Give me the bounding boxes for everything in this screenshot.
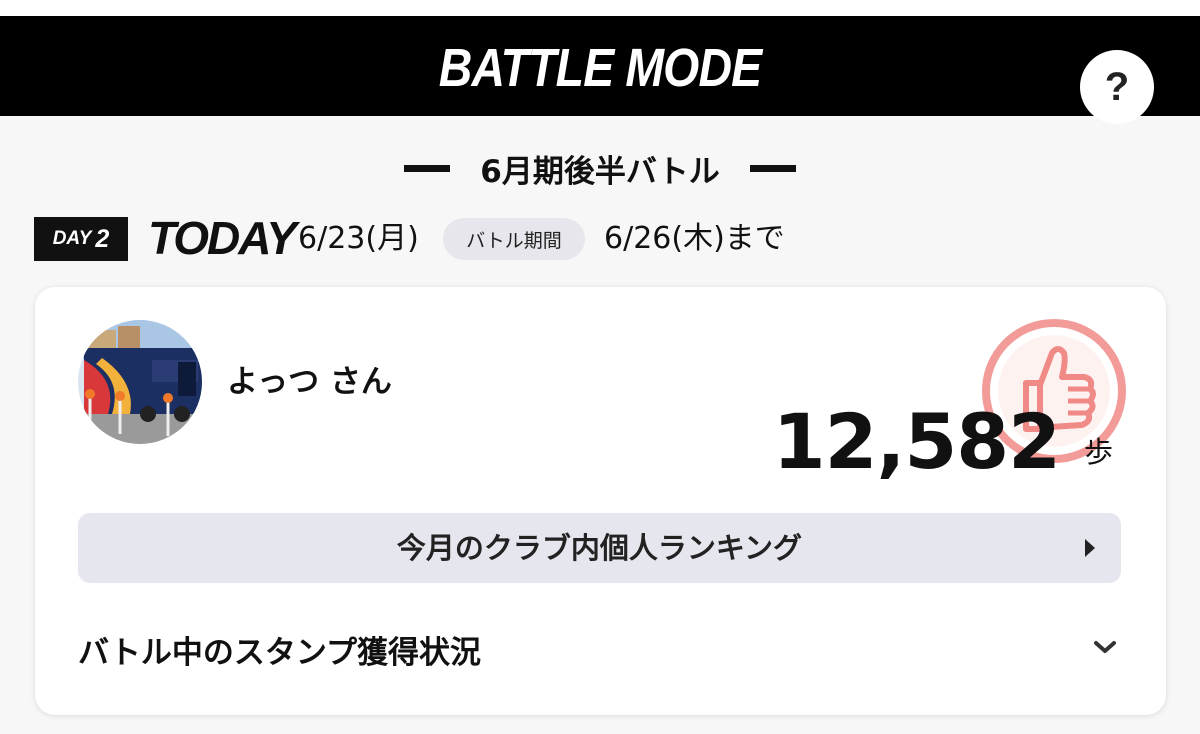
step-count: 12,582: [772, 397, 1061, 486]
top-strip: [0, 0, 1200, 16]
stamp-status-label: バトル中のスタンプ獲得状況: [78, 635, 481, 671]
right-dash-divider: [749, 164, 796, 172]
club-ranking-button[interactable]: 今月のクラブ内個人ランキング: [78, 513, 1121, 583]
day-badge-number: 2: [95, 224, 110, 253]
help-button[interactable]: ?: [1080, 50, 1154, 124]
avatar-photo: [78, 320, 202, 444]
battle-name-row: 6月期後半バトル: [0, 146, 1200, 190]
battle-name: 6月期後半バトル: [480, 153, 720, 190]
header-bar: BATTLE MODE ?: [0, 16, 1200, 124]
avatar: [78, 320, 202, 444]
battle-period-end: 6/26(木)まで: [604, 221, 785, 256]
stamp-status-toggle[interactable]: バトル中のスタンプ獲得状況: [78, 625, 1121, 681]
day-badge: DAY 2: [34, 217, 128, 261]
step-count-unit: 歩: [1084, 435, 1114, 469]
chevron-down-icon: [1094, 641, 1116, 653]
left-dash-divider: [404, 164, 451, 172]
question-mark-icon: ?: [1104, 64, 1130, 109]
battle-period-badge: バトル期間: [443, 218, 585, 260]
triangle-right-icon: [1085, 539, 1095, 557]
club-ranking-label: 今月のクラブ内個人ランキング: [396, 531, 803, 565]
day-badge-label: DAY: [52, 228, 92, 249]
today-label: TODAY: [148, 212, 297, 264]
page-title: BATTLE MODE: [438, 38, 762, 98]
user-battle-card: よっつ さん 12,582 歩 今月のクラブ内個人ランキング バトル中のスタンプ…: [35, 287, 1166, 715]
today-date: 6/23(月): [298, 221, 419, 256]
user-name: よっつ さん: [227, 364, 392, 400]
